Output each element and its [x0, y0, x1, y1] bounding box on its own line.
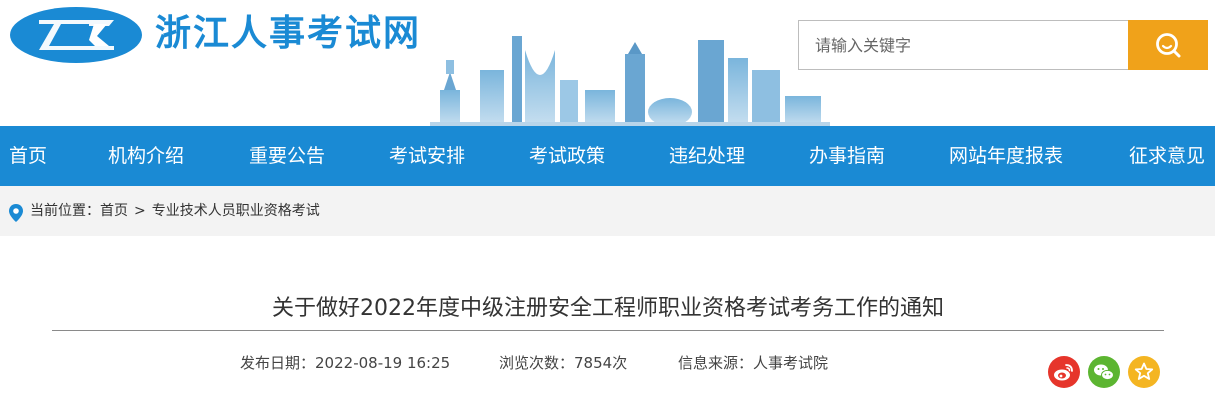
main-nav: 首页 机构介绍 重要公告 考试安排 考试政策 违纪处理 办事指南 网站年度报表 …: [0, 126, 1215, 186]
view-count: 浏览次数：7854次: [499, 352, 627, 374]
view-count-label: 浏览次数：: [499, 354, 575, 372]
search-button[interactable]: [1128, 20, 1208, 70]
nav-item-annual-report[interactable]: 网站年度报表: [949, 126, 1063, 186]
nav-item-about[interactable]: 机构介绍: [108, 126, 184, 186]
breadcrumb: 当前位置：首页 > 专业技术人员职业资格考试: [30, 186, 320, 236]
city-skyline-illustration: [430, 36, 830, 126]
site-header: PTA 浙江人事考试网: [0, 0, 1215, 126]
breadcrumb-current-link[interactable]: 专业技术人员职业资格考试: [152, 203, 320, 219]
breadcrumb-home-link[interactable]: 首页: [100, 203, 128, 219]
publish-date-value: 2022-08-19 16:25: [315, 354, 451, 372]
nav-item-home[interactable]: 首页: [9, 126, 47, 186]
search-box: [798, 20, 1208, 70]
nav-item-exam-policy[interactable]: 考试政策: [529, 126, 605, 186]
info-source: 信息来源：人事考试院: [678, 352, 828, 374]
breadcrumb-bar: 当前位置：首页 > 专业技术人员职业资格考试: [0, 186, 1215, 236]
publish-date-label: 发布日期：: [240, 354, 316, 372]
search-icon: [1156, 33, 1181, 58]
nav-item-exam-schedule[interactable]: 考试安排: [389, 126, 465, 186]
info-source-label: 信息来源：: [678, 354, 754, 372]
breadcrumb-separator: >: [134, 203, 146, 219]
favorite-icon: [1134, 362, 1154, 380]
title-divider: [52, 330, 1164, 331]
publish-date: 发布日期：2022-08-19 16:25: [240, 352, 450, 374]
nav-item-feedback[interactable]: 征求意见: [1129, 126, 1205, 186]
share-wechat-button[interactable]: [1088, 356, 1120, 388]
article-title: 关于做好2022年度中级注册安全工程师职业资格考试考务工作的通知: [272, 296, 944, 321]
view-count-value: 7854次: [574, 354, 628, 372]
nav-item-announcements[interactable]: 重要公告: [249, 126, 325, 186]
pta-logo[interactable]: PTA: [9, 6, 144, 64]
site-name[interactable]: 浙江人事考试网: [155, 12, 421, 56]
share-weibo-button[interactable]: [1048, 356, 1080, 388]
nav-item-violations[interactable]: 违纪处理: [669, 126, 745, 186]
logo-text: PTA: [59, 32, 86, 47]
breadcrumb-prefix: 当前位置：: [30, 203, 100, 219]
search-input[interactable]: [798, 20, 1129, 70]
wechat-icon: [1094, 364, 1114, 381]
weibo-icon: [1054, 364, 1073, 381]
info-source-value: 人事考试院: [753, 354, 829, 372]
share-favorite-button[interactable]: [1128, 356, 1160, 388]
nav-item-guide[interactable]: 办事指南: [809, 126, 885, 186]
location-pin-icon: [9, 204, 23, 222]
